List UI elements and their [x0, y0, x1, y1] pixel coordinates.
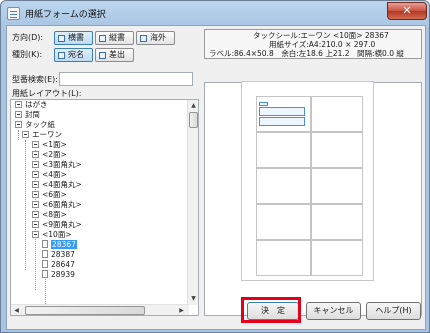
tree-item-3-rounded[interactable]: <3面角丸>: [32, 160, 82, 170]
tree-item-28367[interactable]: 28367: [42, 240, 77, 250]
label-cell: [311, 204, 363, 240]
paper-sheet: [241, 81, 374, 281]
expander-icon[interactable]: [32, 191, 39, 198]
expander-icon[interactable]: [32, 171, 39, 178]
label-info-panel: タックシール:エーワン <10面> 28367 用紙サイズ:A4:210.0 ×…: [204, 29, 422, 59]
window-title: 用紙フォームの選択: [25, 10, 106, 20]
scroll-left-icon[interactable]: ◀: [12, 306, 21, 315]
tree-item-1-sheet[interactable]: <1面>: [32, 140, 67, 150]
model-search-label: 型番検索(E):: [12, 75, 58, 84]
info-product: タックシール:エーワン <10面> 28367: [253, 31, 389, 40]
expander-icon[interactable]: [15, 101, 22, 108]
tree-item-tack-paper[interactable]: タック紙: [15, 120, 55, 130]
model-search-input[interactable]: [59, 72, 193, 86]
tree-item-10-sheet[interactable]: <10面>: [32, 230, 72, 240]
info-label-dimensions: ラベル:86.4×50.8 余白:左18.6 上21.2 間隔:横0.0 縦: [209, 49, 404, 58]
tree-item-9-rounded[interactable]: <9面角丸>: [32, 220, 82, 230]
scroll-up-icon[interactable]: ▲: [189, 101, 198, 110]
tree-item-postcard[interactable]: はがき: [15, 100, 48, 110]
tree-item-6-sheet[interactable]: <6面>: [32, 190, 67, 200]
tree-item-8-sheet[interactable]: <8面>: [32, 210, 67, 220]
layout-tree: はがき 封筒 タック紙 エーワン <1面> <2面> <3面角丸> <4面> <…: [10, 99, 199, 316]
help-button[interactable]: ヘルプ(H): [366, 302, 421, 320]
dialog-window: 用紙フォームの選択 ✕ 方向(D): 横書 縦書 海外 種別(K): 宛名 差出: [0, 0, 430, 333]
horizontal-scroll-thumb[interactable]: [25, 306, 145, 315]
tree-item-envelope[interactable]: 封筒: [15, 110, 40, 120]
label-cell: [256, 168, 311, 204]
label-cell: [256, 204, 311, 240]
expander-icon[interactable]: [32, 201, 39, 208]
document-icon: [42, 250, 48, 258]
expander-icon[interactable]: [15, 111, 22, 118]
tree-item-6-rounded[interactable]: <6面角丸>: [32, 200, 82, 210]
orientation-label: 方向(D):: [12, 33, 44, 42]
label-cell: [256, 240, 311, 276]
expander-icon[interactable]: [22, 131, 29, 138]
info-paper-size: 用紙サイズ:A4:210.0 × 297.0: [269, 40, 376, 49]
cancel-button[interactable]: キャンセル: [306, 302, 361, 320]
document-icon: [42, 240, 48, 248]
tree-item-4-sheet[interactable]: <4面>: [32, 170, 67, 180]
expander-icon[interactable]: [32, 151, 39, 158]
label-cell: [256, 132, 311, 168]
expander-icon[interactable]: [32, 141, 39, 148]
kind-label: 種別(K):: [12, 50, 43, 59]
vertical-scroll-thumb[interactable]: [189, 112, 198, 128]
tree-item-28647[interactable]: 28647: [42, 260, 75, 270]
label-cell: [311, 168, 363, 204]
tree-vertical-scrollbar[interactable]: ▲ ▼: [187, 100, 198, 305]
scroll-down-icon[interactable]: ▼: [189, 294, 198, 303]
tree-item-2-sheet[interactable]: <2面>: [32, 150, 67, 160]
document-icon: [42, 270, 48, 278]
expander-icon[interactable]: [32, 181, 39, 188]
label-cell: [311, 96, 363, 132]
expander-icon[interactable]: [32, 221, 39, 228]
layout-label: 用紙レイアウト(L):: [12, 89, 82, 98]
app-icon: [7, 7, 20, 20]
vertical-text-icon: [99, 35, 106, 42]
tree-item-4-rounded[interactable]: <4面角丸>: [32, 180, 82, 190]
orientation-vertical-button[interactable]: 縦書: [95, 31, 134, 45]
document-icon: [42, 260, 48, 268]
tree-item-a-one[interactable]: エーワン: [22, 130, 62, 140]
overseas-icon: [140, 35, 147, 42]
ok-button[interactable]: 決 定: [247, 302, 299, 320]
label-cell: [311, 132, 363, 168]
expander-icon[interactable]: [15, 121, 22, 128]
expander-icon[interactable]: [32, 231, 39, 238]
scroll-right-icon[interactable]: ▶: [177, 306, 186, 315]
title-bar: 用紙フォームの選択 ✕: [1, 1, 429, 27]
kind-recipient-button[interactable]: 宛名: [54, 48, 93, 62]
label-cell: [311, 240, 363, 276]
label-field-name: [259, 117, 305, 126]
close-button[interactable]: ✕: [387, 2, 427, 20]
orientation-overseas-button[interactable]: 海外: [136, 31, 175, 45]
tree-item-28939[interactable]: 28939: [42, 270, 75, 280]
tree-horizontal-scrollbar[interactable]: ◀ ▶: [11, 304, 189, 315]
label-field-small: [259, 102, 268, 106]
tree-item-28387[interactable]: 28387: [42, 250, 75, 260]
label-field-address: [259, 107, 305, 116]
recipient-icon: [58, 52, 65, 59]
sender-icon: [99, 52, 106, 59]
kind-sender-button[interactable]: 差出: [95, 48, 134, 62]
horizontal-text-icon: [58, 35, 65, 42]
expander-icon[interactable]: [32, 211, 39, 218]
expander-icon[interactable]: [32, 161, 39, 168]
orientation-horizontal-button[interactable]: 横書: [54, 31, 93, 45]
